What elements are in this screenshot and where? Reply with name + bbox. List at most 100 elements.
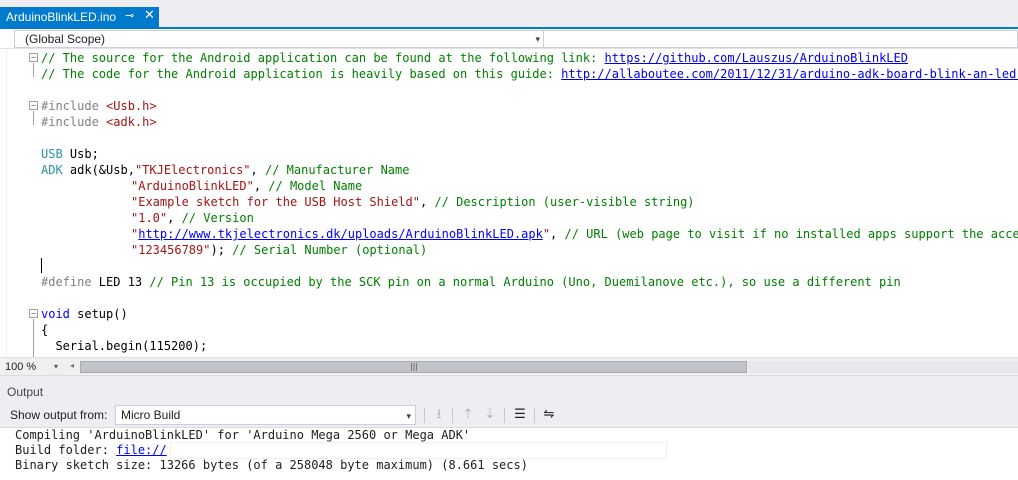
next-message-icon[interactable]: ⇣ [481, 407, 499, 423]
pin-icon[interactable]: ⊸ [125, 9, 134, 22]
code-line: "123456789"); // Serial Number (optional… [131, 242, 427, 258]
indicator-margin [0, 49, 7, 357]
document-tab-strip: ArduinoBlinkLED.ino ⊸ ✕ [0, 0, 1018, 27]
code-line: #include <Usb.h> [41, 98, 157, 114]
include-file: <adk.h> [98, 115, 157, 129]
code-comment: // The source for the Android applicatio… [41, 51, 605, 65]
toolbar-separator [452, 408, 453, 423]
code-comment: // The code for the Android application … [41, 67, 562, 81]
code-text: LED 13 [91, 275, 150, 289]
code-line: "Example sketch for the USB Host Shield"… [131, 194, 695, 210]
output-line: Compiling 'ArduinoBlinkLED' for 'Arduino… [15, 428, 471, 442]
code-text: Usb; [62, 147, 99, 161]
string-literal: " [542, 227, 551, 241]
output-source-dropdown[interactable]: Micro Build ▾ [115, 405, 416, 425]
code-line: #include <adk.h> [41, 114, 157, 130]
build-folder-link[interactable]: file:// [116, 443, 167, 457]
editor-status-strip: 100 % ▾ ◂ ||| [0, 357, 1018, 375]
code-text: setup() [69, 307, 128, 321]
scroll-grip-icon: ||| [410, 362, 419, 371]
code-line: USB Usb; [41, 146, 99, 162]
output-line: Build folder: file:// [15, 443, 167, 458]
keyword: void [41, 307, 70, 321]
document-tab-title: ArduinoBlinkLED.ino [6, 10, 117, 24]
code-editor[interactable]: − − − // The source for the Android appl… [0, 49, 1018, 357]
code-link[interactable]: http://allaboutee.com/2011/12/31/arduino… [561, 67, 1018, 81]
member-dropdown[interactable] [544, 30, 1018, 48]
clear-all-icon[interactable]: ☰ [511, 407, 529, 423]
pane-splitter[interactable] [0, 375, 1018, 382]
code-text: , [253, 179, 269, 193]
code-text: adk(&Usb, [62, 163, 135, 177]
preprocessor-keyword: #include [41, 115, 99, 129]
code-line: Serial.begin(115200); [41, 338, 207, 354]
preprocessor-keyword: #define [41, 275, 92, 289]
output-pane-header: Output [0, 382, 1018, 403]
zoom-dropdown[interactable]: 100 % ▾ [2, 359, 64, 375]
code-line: // The code for the Android application … [41, 66, 1018, 82]
code-comment: // URL (web page to visit if no installe… [564, 227, 1018, 241]
navigation-bar: (Global Scope) ▾ [0, 29, 1018, 49]
fold-guide [33, 319, 34, 357]
code-text: , [419, 195, 435, 209]
code-line: "ArduinoBlinkLED", // Model Name [131, 178, 362, 194]
code-text: , [550, 227, 565, 241]
output-line-label: Build folder: [15, 443, 117, 457]
code-line: ADK adk(&Usb,"TKJElectronics", // Manufa… [41, 162, 409, 178]
code-text: , [167, 211, 182, 225]
output-pane-title: Output [7, 385, 44, 399]
string-literal: "Example sketch for the USB Host Shield" [131, 195, 420, 209]
string-literal: "ArduinoBlinkLED" [131, 179, 254, 193]
code-line: #define LED 13 // Pin 13 is occupied by … [41, 274, 901, 290]
code-line: void setup() [41, 306, 128, 322]
text-caret [41, 258, 42, 273]
code-link[interactable]: https://github.com/Lauszus/ArduinoBlinkL… [605, 51, 908, 65]
code-comment: // Model Name [268, 179, 363, 193]
string-literal: "TKJElectronics" [134, 163, 251, 177]
code-line: "1.0", // Version [131, 210, 254, 226]
previous-message-icon[interactable]: ⇡ [459, 407, 477, 423]
scope-dropdown[interactable]: (Global Scope) ▾ [14, 30, 544, 48]
code-text: { [41, 323, 49, 337]
code-text: , [250, 163, 265, 177]
code-comment: // Version [181, 211, 254, 225]
redacted-region [170, 442, 667, 459]
code-comment: // Serial Number (optional) [232, 243, 428, 257]
output-source-value: Micro Build [121, 408, 181, 422]
close-icon[interactable]: ✕ [144, 8, 155, 23]
scroll-left-icon[interactable]: ◂ [70, 361, 74, 370]
preprocessor-keyword: #include [41, 99, 99, 113]
chevron-down-icon: ▾ [54, 362, 59, 371]
code-link[interactable]: http://www.tkjelectronics.dk/uploads/Ard… [138, 227, 543, 241]
code-comment: // Pin 13 is occupied by the SCK pin on … [149, 275, 901, 289]
code-line: "http://www.tkjelectronics.dk/uploads/Ar… [131, 226, 1018, 242]
fold-collapse-icon[interactable]: − [29, 53, 38, 62]
horizontal-scrollbar-track[interactable] [748, 361, 1018, 373]
code-line: { [41, 322, 48, 338]
zoom-value: 100 % [5, 361, 37, 373]
fold-collapse-icon[interactable]: − [29, 101, 38, 110]
go-to-location-icon[interactable]: ⭳ [430, 407, 448, 423]
chevron-down-icon: ▾ [406, 411, 411, 421]
toolbar-separator [424, 408, 425, 423]
code-text: ); [210, 243, 233, 257]
toolbar-separator [504, 408, 505, 423]
chevron-down-icon: ▾ [535, 34, 540, 44]
code-comment: // Manufacturer Name [264, 163, 410, 177]
code-comment: // Description (user-visible string) [434, 195, 695, 209]
word-wrap-icon[interactable]: ⇋ [540, 407, 558, 423]
fold-guide [33, 111, 34, 125]
string-literal: "123456789" [131, 243, 211, 257]
output-toolbar: Show output from: Micro Build ▾ ⭳ ⇡ ⇣ ☰ … [0, 403, 1018, 428]
fold-collapse-icon[interactable]: − [29, 309, 38, 318]
code-text: Serial.begin(115200); [41, 339, 208, 353]
document-tab[interactable]: ArduinoBlinkLED.ino ⊸ ✕ [0, 7, 159, 27]
scope-dropdown-value: (Global Scope) [25, 32, 106, 46]
output-line: Binary sketch size: 13266 bytes (of a 25… [15, 458, 528, 472]
type-name: USB [41, 147, 63, 161]
string-literal: "1.0" [131, 211, 168, 225]
fold-guide [33, 63, 34, 77]
include-file: <Usb.h> [98, 99, 157, 113]
show-output-label: Show output from: [10, 408, 108, 422]
code-line: // The source for the Android applicatio… [41, 50, 908, 66]
